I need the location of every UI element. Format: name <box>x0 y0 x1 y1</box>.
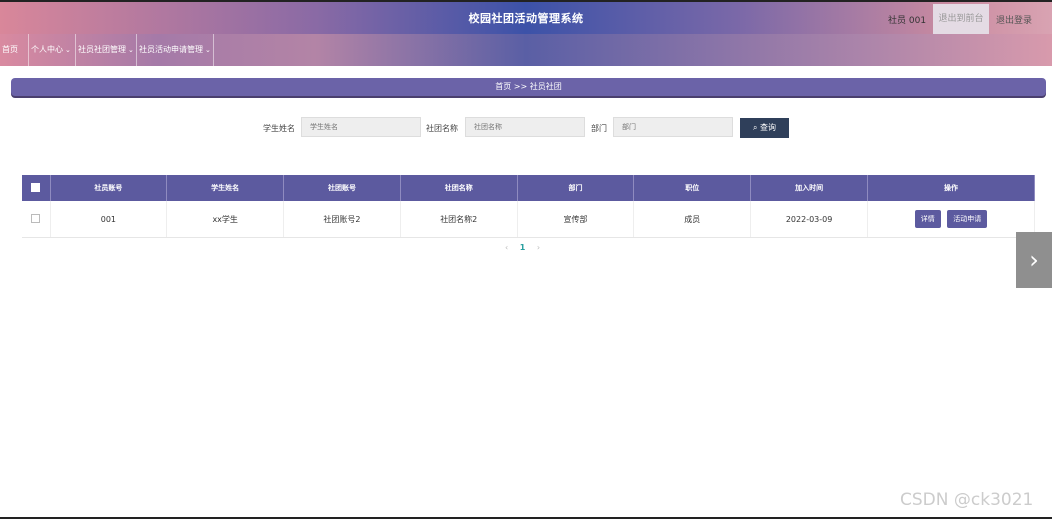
column-header: 加入时间 <box>750 175 868 201</box>
row-select-cell[interactable] <box>22 201 51 238</box>
table-cell: 成员 <box>633 201 752 238</box>
query-button-label: 查询 <box>760 123 777 132</box>
club-name-input[interactable] <box>465 117 585 137</box>
page-number-current[interactable]: 1 <box>520 243 526 252</box>
chevron-right-icon: › <box>1029 246 1039 274</box>
search-icon: ⌕ <box>752 123 758 132</box>
student-name-input[interactable] <box>301 117 421 137</box>
table-header-row: 社员账号 学生姓名 社团账号 社团名称 部门 职位 加入时间 操作 <box>22 175 1035 201</box>
chevron-down-icon: ⌄ <box>205 46 211 54</box>
column-header: 学生姓名 <box>166 175 285 201</box>
column-header: 社团名称 <box>400 175 518 201</box>
nav-home-label: 首页 <box>2 45 18 54</box>
nav-activity-apply-management[interactable]: 社员活动申请管理 ⌄ <box>137 34 214 66</box>
row-checkbox[interactable] <box>31 213 41 223</box>
chevron-down-icon: ⌄ <box>128 46 134 54</box>
nav-label: 社员活动申请管理 <box>139 45 203 54</box>
query-button[interactable]: ⌕ 查询 <box>740 118 789 138</box>
nav-club-management[interactable]: 社员社团管理 ⌄ <box>76 34 137 66</box>
actions-cell: 详情 活动申请 <box>867 201 1035 238</box>
column-header: 职位 <box>633 175 752 201</box>
logout-button[interactable]: 退出登录 <box>996 13 1032 26</box>
nav-label: 社员社团管理 <box>78 45 126 54</box>
select-all-cell[interactable] <box>22 175 51 201</box>
table-cell: 社团账号2 <box>283 201 401 238</box>
pagination: ‹ 1 › <box>505 243 540 252</box>
top-header: 校园社团活动管理系统 社员 001 退出到前台 退出登录 <box>0 0 1052 35</box>
column-header: 社团账号 <box>283 175 401 201</box>
prev-page-button[interactable]: ‹ <box>505 243 508 252</box>
column-header: 操作 <box>867 175 1035 201</box>
table-cell: 001 <box>50 201 168 238</box>
watermark: CSDN @ck3021 <box>900 490 1034 510</box>
select-all-checkbox[interactable] <box>31 182 41 192</box>
detail-button[interactable]: 详情 <box>914 210 941 228</box>
nav-personal-center[interactable]: 个人中心 ⌄ <box>29 34 76 66</box>
dept-input[interactable] <box>613 117 733 137</box>
club-member-table: 社员账号 学生姓名 社团账号 社团名称 部门 职位 加入时间 操作 001 xx… <box>22 175 1035 238</box>
table-cell: 2022-03-09 <box>750 201 868 238</box>
breadcrumb: 首页 >> 社员社团 <box>11 78 1046 96</box>
side-next-arrow-button[interactable]: › <box>1016 232 1052 288</box>
dept-label: 部门 <box>591 124 607 133</box>
table-cell: 宣传部 <box>517 201 635 238</box>
table-cell: xx学生 <box>166 201 285 238</box>
club-name-label: 社团名称 <box>426 124 458 133</box>
chevron-down-icon: ⌄ <box>65 46 71 54</box>
exit-to-front-button[interactable]: 退出到前台 <box>933 4 989 35</box>
column-header: 社员账号 <box>50 175 168 201</box>
nav-home[interactable]: 首页 <box>0 34 29 66</box>
activity-apply-button[interactable]: 活动申请 <box>947 210 988 228</box>
user-label: 社员 001 <box>888 16 927 26</box>
column-header: 部门 <box>517 175 635 201</box>
table-cell: 社团名称2 <box>400 201 518 238</box>
next-page-button[interactable]: › <box>537 243 540 252</box>
nav-label: 个人中心 <box>31 45 63 54</box>
table-row: 001 xx学生 社团账号2 社团名称2 宣传部 成员 2022-03-09 详… <box>22 201 1035 238</box>
nav-bar: 首页 个人中心 ⌄ 社员社团管理 ⌄ 社员活动申请管理 ⌄ <box>0 34 1052 66</box>
student-name-label: 学生姓名 <box>263 124 295 133</box>
